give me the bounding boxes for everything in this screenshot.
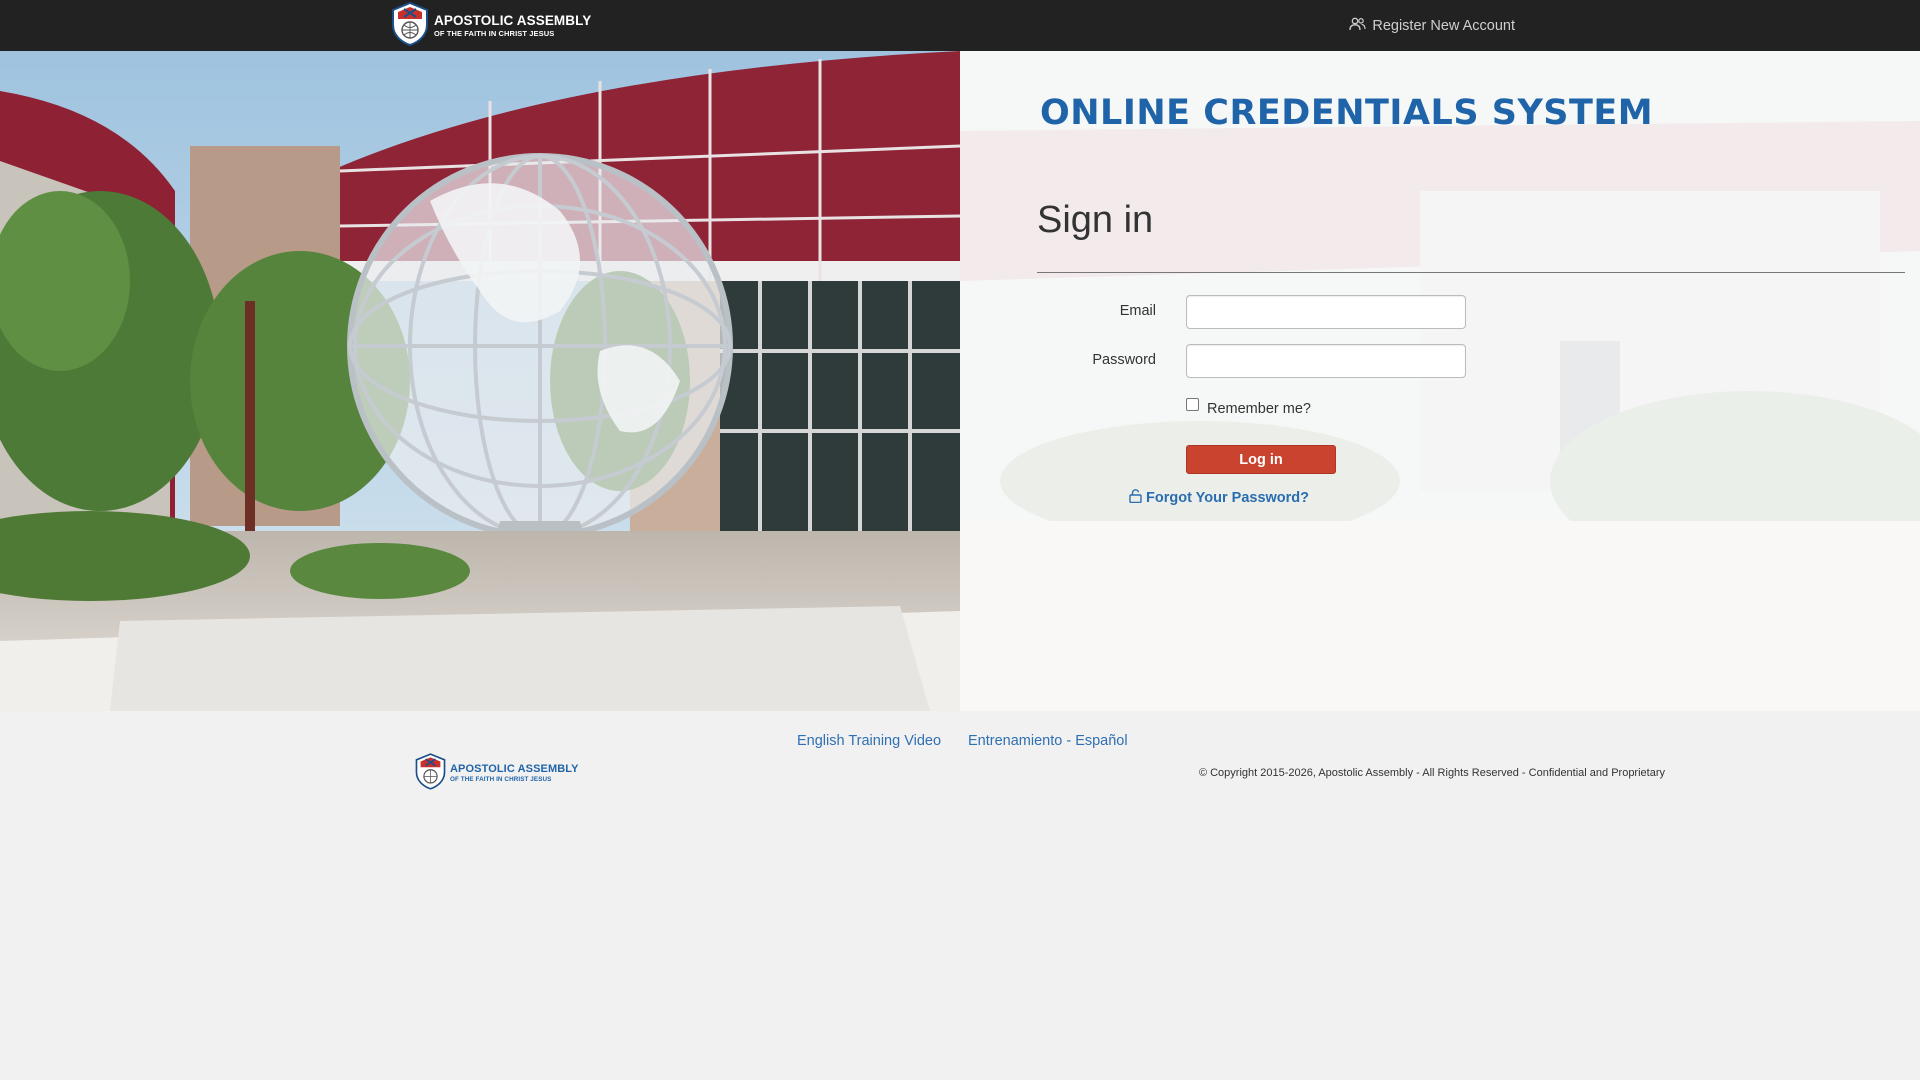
signin-panel-overlay <box>960 51 1920 711</box>
login-button[interactable]: Log in <box>1186 445 1336 474</box>
brand-logo[interactable]: APOSTOLIC ASSEMBLY OF THE FAITH IN CHRIS… <box>390 1 592 51</box>
footer-logo: APOSTOLIC ASSEMBLY OF THE FAITH IN CHRIS… <box>414 751 579 796</box>
password-field[interactable] <box>1186 344 1466 378</box>
remember-me-label[interactable]: Remember me? <box>1207 401 1311 417</box>
remember-me-checkbox[interactable] <box>1186 398 1199 411</box>
forgot-password-label: Forgot Your Password? <box>1146 490 1310 506</box>
email-label: Email <box>1119 303 1156 319</box>
signin-heading: Sign in <box>1037 199 1154 241</box>
shield-emblem-icon <box>414 751 447 796</box>
footer-logo-line1: APOSTOLIC ASSEMBLY <box>450 762 579 775</box>
shield-emblem-icon <box>390 1 430 51</box>
signin-divider <box>1037 272 1905 273</box>
system-title: ONLINE CREDENTIALS SYSTEM <box>1040 93 1654 133</box>
top-navbar: APOSTOLIC ASSEMBLY OF THE FAITH IN CHRIS… <box>0 0 1920 51</box>
footer-logo-line2: OF THE FAITH IN CHRIST JESUS <box>450 775 552 783</box>
logo-line2: OF THE FAITH IN CHRIST JESUS <box>434 28 555 38</box>
english-training-video-link[interactable]: English Training Video <box>797 733 941 749</box>
hero-section: ONLINE CREDENTIALS SYSTEM Sign in Email … <box>0 51 1920 711</box>
password-label: Password <box>1092 352 1156 368</box>
forgot-password-link[interactable]: Forgot Your Password? <box>1129 489 1309 507</box>
users-icon <box>1349 17 1366 35</box>
email-field[interactable] <box>1186 295 1466 329</box>
unlock-icon <box>1129 489 1142 507</box>
logo-line1: APOSTOLIC ASSEMBLY <box>434 13 592 28</box>
register-link-label: Register New Account <box>1372 17 1515 34</box>
spanish-training-video-link[interactable]: Entrenamiento - Español <box>968 733 1128 749</box>
copyright-text: © Copyright 2015-2026, Apostolic Assembl… <box>1198 767 1665 779</box>
register-new-account-link[interactable]: Register New Account <box>1349 0 1515 51</box>
